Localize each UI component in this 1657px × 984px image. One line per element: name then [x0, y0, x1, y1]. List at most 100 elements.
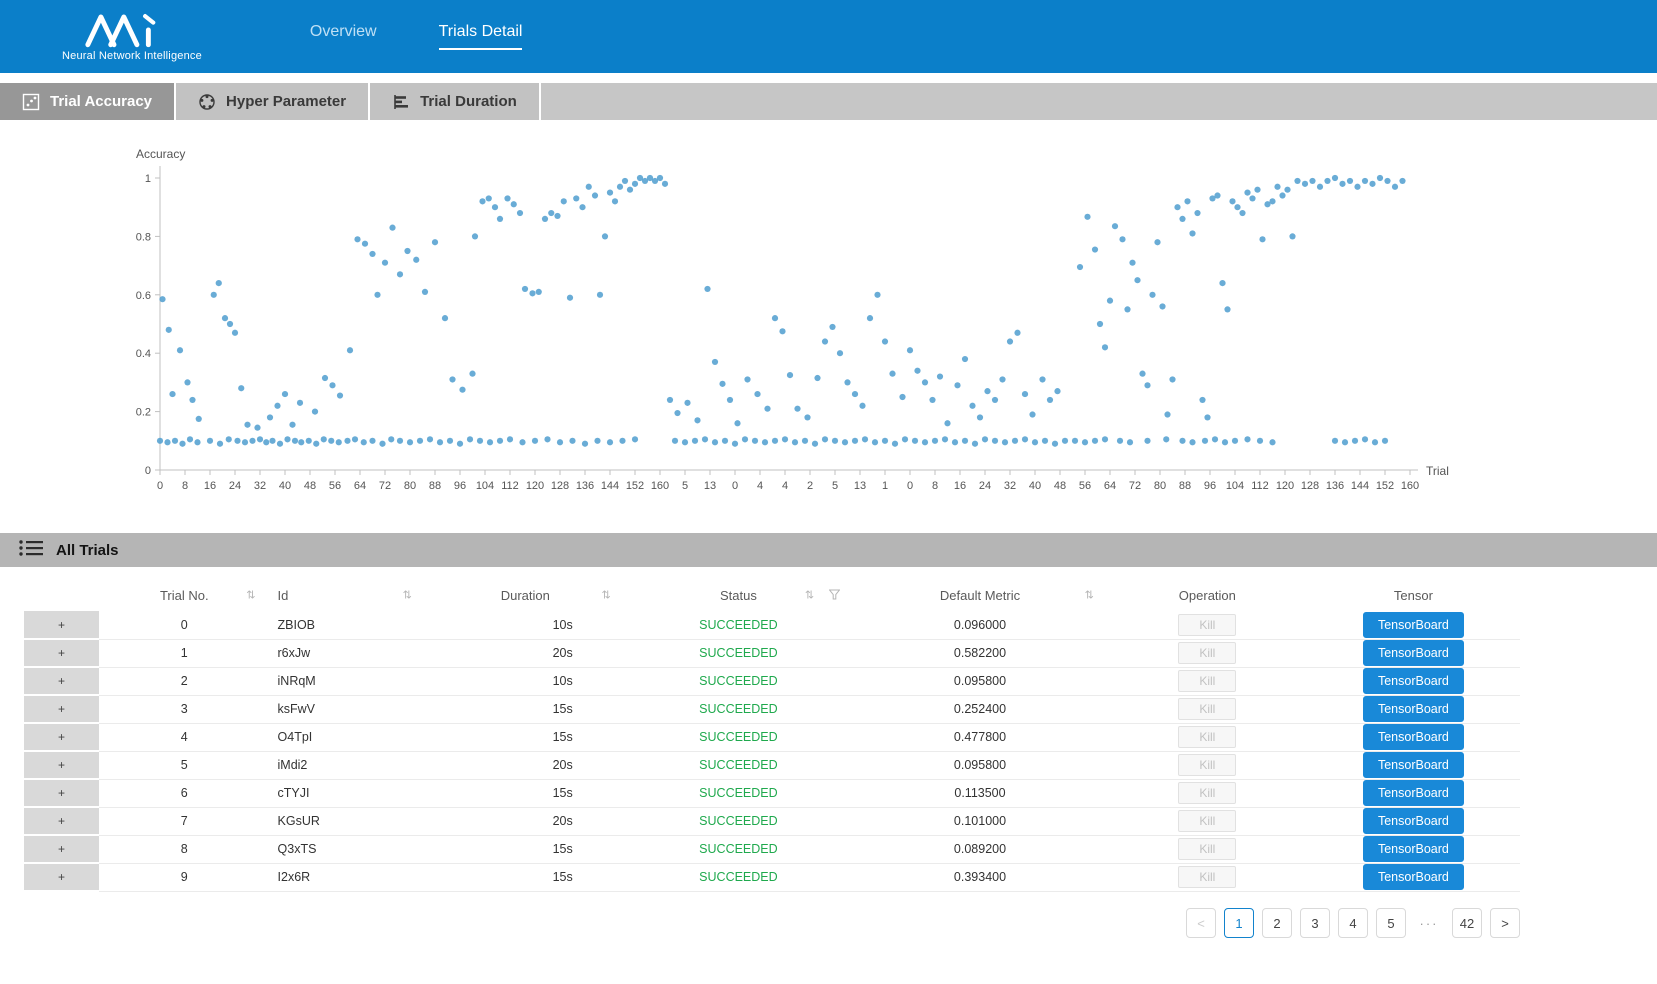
svg-text:144: 144	[601, 480, 619, 492]
tensorboard-button[interactable]: TensorBoard	[1363, 668, 1464, 694]
svg-text:16: 16	[954, 480, 966, 492]
expand-button[interactable]: +	[24, 695, 99, 723]
expand-button[interactable]: +	[24, 611, 99, 639]
svg-text:112: 112	[501, 480, 519, 492]
expand-button[interactable]: +	[24, 667, 99, 695]
svg-text:32: 32	[254, 480, 266, 492]
pagination-ellipsis[interactable]: ···	[1414, 908, 1444, 938]
sort-icon[interactable]: ⇅	[403, 589, 412, 602]
kill-button[interactable]: Kill	[1178, 670, 1236, 692]
expand-button[interactable]: +	[24, 807, 99, 835]
svg-text:13: 13	[854, 480, 866, 492]
col-default-metric[interactable]: Default Metric⇅	[852, 579, 1108, 611]
nni-logo-icon	[80, 12, 184, 48]
subtab-trial-duration[interactable]: Trial Duration	[370, 83, 541, 120]
expand-button[interactable]: +	[24, 835, 99, 863]
svg-text:80: 80	[1154, 480, 1166, 492]
cell-trial-no: 8	[99, 835, 270, 863]
pagination-page-4[interactable]: 4	[1338, 908, 1368, 938]
status-badge: SUCCEEDED	[625, 779, 852, 807]
kill-button[interactable]: Kill	[1178, 866, 1236, 888]
tensorboard-button[interactable]: TensorBoard	[1363, 808, 1464, 834]
cell-id: O4TpI	[270, 723, 426, 751]
expand-button[interactable]: +	[24, 639, 99, 667]
subtab-trial-accuracy[interactable]: Trial Accuracy	[0, 83, 176, 120]
tensorboard-button[interactable]: TensorBoard	[1363, 864, 1464, 890]
main-nav: Overview Trials Detail	[310, 23, 523, 50]
kill-button[interactable]: Kill	[1178, 726, 1236, 748]
cell-trial-no: 5	[99, 751, 270, 779]
status-badge: SUCCEEDED	[625, 639, 852, 667]
pagination: < 1 2 3 4 5 ··· 42 >	[0, 908, 1520, 938]
col-trial-no[interactable]: Trial No.⇅	[99, 579, 270, 611]
svg-text:40: 40	[1029, 480, 1041, 492]
svg-text:160: 160	[651, 480, 669, 492]
svg-text:152: 152	[1376, 480, 1394, 492]
cell-duration: 15s	[426, 695, 625, 723]
tab-overview[interactable]: Overview	[310, 23, 377, 50]
kill-button[interactable]: Kill	[1178, 642, 1236, 664]
col-duration[interactable]: Duration⇅	[426, 579, 625, 611]
all-trials-title: All Trials	[56, 542, 119, 559]
accuracy-chart: AccuracyTrial00.20.40.60.810816243240485…	[0, 140, 1657, 505]
kill-button[interactable]: Kill	[1178, 838, 1236, 860]
pagination-page-5[interactable]: 5	[1376, 908, 1406, 938]
tensorboard-button[interactable]: TensorBoard	[1363, 780, 1464, 806]
svg-text:136: 136	[1326, 480, 1344, 492]
expand-button[interactable]: +	[24, 863, 99, 891]
kill-button[interactable]: Kill	[1178, 810, 1236, 832]
tensorboard-button[interactable]: TensorBoard	[1363, 752, 1464, 778]
list-icon	[18, 538, 44, 563]
col-status[interactable]: Status⇅	[625, 579, 852, 611]
svg-text:0.6: 0.6	[136, 290, 151, 302]
col-id[interactable]: Id⇅	[270, 579, 426, 611]
kill-button[interactable]: Kill	[1178, 698, 1236, 720]
svg-text:0.2: 0.2	[136, 407, 151, 419]
trials-table: Trial No.⇅ Id⇅ Duration⇅ Status⇅ Default…	[24, 579, 1520, 892]
kill-button[interactable]: Kill	[1178, 614, 1236, 636]
col-tensor: Tensor	[1307, 579, 1520, 611]
sort-icon[interactable]: ⇅	[602, 589, 611, 602]
kill-button[interactable]: Kill	[1178, 754, 1236, 776]
svg-text:24: 24	[979, 480, 991, 492]
app-header: Neural Network Intelligence Overview Tri…	[0, 0, 1657, 73]
cell-id: r6xJw	[270, 639, 426, 667]
sort-icon[interactable]: ⇅	[1085, 589, 1094, 602]
pagination-next-button[interactable]: >	[1490, 908, 1520, 938]
filter-icon[interactable]	[829, 588, 840, 603]
table-row: + 0 ZBIOB 10s SUCCEEDED 0.096000 Kill Te…	[24, 611, 1520, 639]
cell-id: Q3xTS	[270, 835, 426, 863]
svg-text:0: 0	[732, 480, 738, 492]
kill-button[interactable]: Kill	[1178, 782, 1236, 804]
pagination-page-2[interactable]: 2	[1262, 908, 1292, 938]
svg-text:136: 136	[576, 480, 594, 492]
cell-duration: 10s	[426, 667, 625, 695]
expand-button[interactable]: +	[24, 751, 99, 779]
cell-default-metric: 0.252400	[852, 695, 1108, 723]
subtab-hyper-parameter[interactable]: Hyper Parameter	[176, 83, 370, 120]
pagination-page-42[interactable]: 42	[1452, 908, 1482, 938]
cell-trial-no: 4	[99, 723, 270, 751]
tensorboard-button[interactable]: TensorBoard	[1363, 836, 1464, 862]
svg-text:32: 32	[1004, 480, 1016, 492]
sort-icon[interactable]: ⇅	[246, 589, 255, 602]
cell-id: iMdi2	[270, 751, 426, 779]
pagination-page-1[interactable]: 1	[1224, 908, 1254, 938]
sort-icon[interactable]: ⇅	[805, 589, 814, 602]
pagination-prev-button[interactable]: <	[1186, 908, 1216, 938]
pagination-page-3[interactable]: 3	[1300, 908, 1330, 938]
svg-text:8: 8	[182, 480, 188, 492]
tensorboard-button[interactable]: TensorBoard	[1363, 696, 1464, 722]
cell-default-metric: 0.582200	[852, 639, 1108, 667]
subtab-bar: Trial Accuracy Hyper Parameter Trial Dur…	[0, 83, 1657, 120]
svg-text:80: 80	[404, 480, 416, 492]
tensorboard-button[interactable]: TensorBoard	[1363, 724, 1464, 750]
expand-button[interactable]: +	[24, 723, 99, 751]
tensorboard-button[interactable]: TensorBoard	[1363, 640, 1464, 666]
svg-text:64: 64	[354, 480, 366, 492]
svg-text:Trial: Trial	[1426, 464, 1449, 478]
cell-trial-no: 2	[99, 667, 270, 695]
tensorboard-button[interactable]: TensorBoard	[1363, 612, 1464, 638]
expand-button[interactable]: +	[24, 779, 99, 807]
tab-trials-detail[interactable]: Trials Detail	[439, 23, 523, 50]
